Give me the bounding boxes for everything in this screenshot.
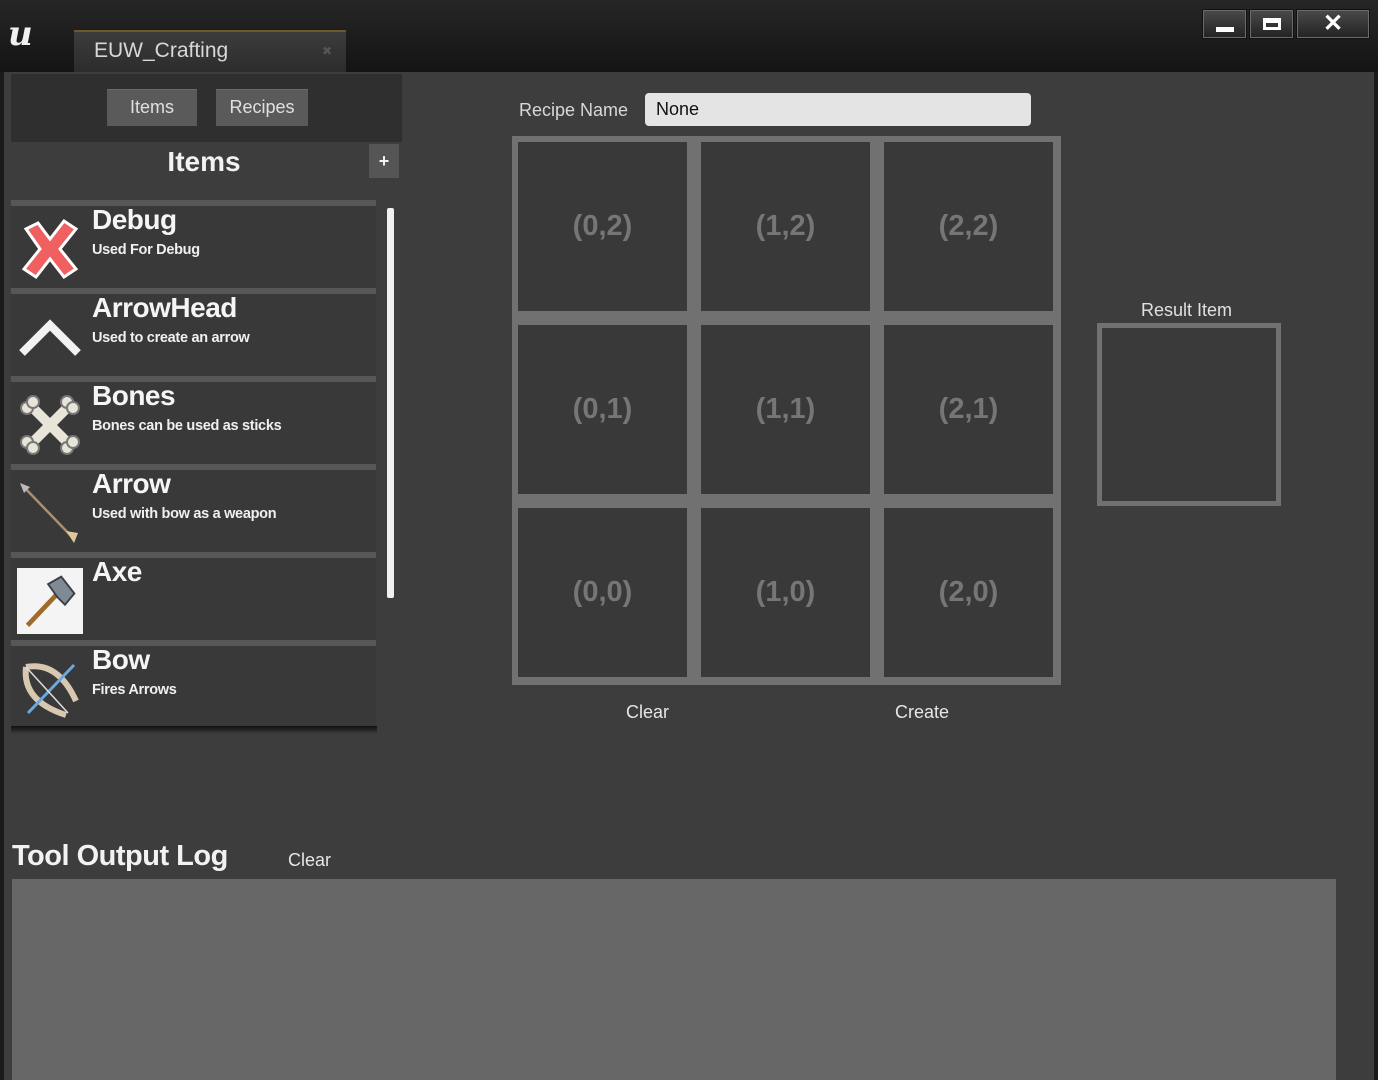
item-description: Used to create an arrow	[92, 330, 250, 346]
output-log-area[interactable]	[12, 879, 1336, 1080]
tab-label: EUW_Crafting	[94, 39, 229, 62]
tool-output-log-title: Tool Output Log	[12, 840, 228, 872]
minimize-button[interactable]	[1202, 9, 1247, 39]
panel-tabs: Items Recipes	[11, 74, 402, 142]
maximize-button[interactable]	[1249, 9, 1294, 39]
item-name: Arrow	[92, 468, 171, 499]
list-item-arrow[interactable]: Arrow Used with bow as a weapon	[11, 464, 376, 552]
list-item-bones[interactable]: Bones Bones can be used as sticks	[11, 376, 376, 464]
grid-slot[interactable]: (1,2)	[701, 142, 870, 311]
items-tab-button[interactable]: Items	[107, 89, 197, 126]
item-description: Used For Debug	[92, 242, 200, 258]
item-name: Debug	[92, 204, 177, 235]
grid-slot[interactable]: (2,2)	[884, 142, 1053, 311]
window-controls: ✕	[1200, 9, 1370, 39]
close-icon: ✕	[1322, 10, 1344, 37]
item-name: Axe	[92, 556, 142, 587]
clear-grid-button[interactable]: Clear	[626, 702, 669, 723]
grid-slot[interactable]: (2,1)	[884, 325, 1053, 494]
item-name: Bones	[92, 380, 176, 411]
maximize-icon	[1262, 18, 1281, 30]
items-panel: Items Recipes Items + Debug Used For Deb…	[11, 74, 402, 734]
grid-slot[interactable]: (1,1)	[701, 325, 870, 494]
grid-slot[interactable]: (0,1)	[518, 325, 687, 494]
red-x-icon	[17, 216, 83, 282]
create-recipe-button[interactable]: Create	[895, 702, 949, 723]
add-item-button[interactable]: +	[369, 144, 399, 178]
tab-euw-crafting[interactable]: EUW_Crafting ✖	[74, 30, 346, 72]
result-item-label: Result Item	[1141, 300, 1233, 320]
result-item-slot[interactable]	[1097, 323, 1281, 506]
title-bar: u EUW_Crafting ✖ ✕	[0, 0, 1378, 72]
recipes-tab-button[interactable]: Recipes	[216, 89, 308, 126]
recipe-name-input[interactable]: None	[645, 93, 1031, 126]
items-scrollbar[interactable]	[387, 208, 394, 598]
close-button[interactable]: ✕	[1296, 9, 1370, 39]
list-item-arrowhead[interactable]: ArrowHead Used to create an arrow	[11, 288, 376, 376]
clear-log-button[interactable]: Clear	[288, 850, 331, 871]
recipe-name-label: Recipe Name	[519, 100, 629, 120]
crafting-panel: Items Recipes Items + Debug Used For Deb…	[4, 72, 1374, 1080]
item-name: ArrowHead	[92, 292, 237, 323]
arrowhead-icon	[17, 304, 83, 370]
grid-slot[interactable]: (2,0)	[884, 508, 1053, 677]
minimize-icon	[1215, 26, 1234, 32]
list-item-debug[interactable]: Debug Used For Debug	[11, 200, 376, 288]
item-description: Used with bow as a weapon	[92, 506, 277, 522]
grid-slot[interactable]: (0,2)	[518, 142, 687, 311]
grid-slot[interactable]: (0,0)	[518, 508, 687, 677]
items-section-title: Items	[167, 146, 241, 177]
crafting-grid: (0,2) (1,2) (2,2) (0,1) (1,1) (2,1) (0,0…	[512, 136, 1061, 685]
grid-slot[interactable]: (1,0)	[701, 508, 870, 677]
list-item-bow[interactable]: Bow Fires Arrows	[11, 640, 376, 730]
bow-icon	[17, 656, 83, 722]
item-description: Fires Arrows	[92, 682, 177, 698]
list-bottom-shadow	[11, 726, 377, 734]
bones-icon	[17, 392, 83, 458]
arrow-icon	[17, 480, 83, 546]
unreal-logo-icon: u	[8, 14, 33, 54]
items-list: Debug Used For Debug ArrowHead Used to c…	[11, 200, 377, 730]
axe-icon	[17, 568, 83, 634]
item-name: Bow	[92, 644, 150, 675]
items-header: Items +	[11, 142, 402, 202]
item-description: Bones can be used as sticks	[92, 418, 282, 434]
tab-close-icon[interactable]: ✖	[322, 44, 332, 58]
list-item-axe[interactable]: Axe	[11, 552, 376, 640]
